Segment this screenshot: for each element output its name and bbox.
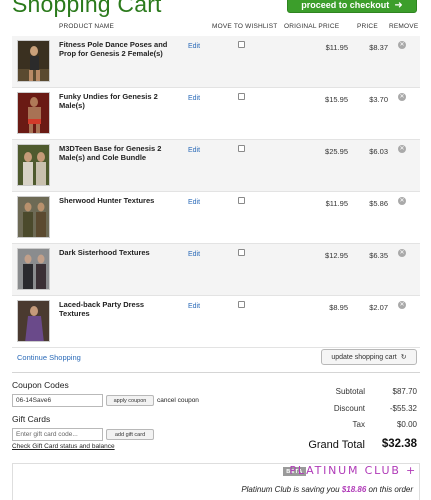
update-label: update shopping cart <box>331 353 397 361</box>
gift-card-status-link[interactable]: Check Gift Card status and balance <box>12 443 115 450</box>
col-original-price: ORIGINAL PRICE <box>284 23 340 30</box>
edit-link[interactable]: Edit <box>188 147 200 154</box>
original-price: $8.95 <box>329 303 348 312</box>
page-title: Shopping Cart <box>12 0 162 17</box>
tax-value: $0.00 <box>396 420 417 429</box>
original-price: $11.95 <box>325 199 348 208</box>
product-name: Fitness Pole Dance Poses and Prop for Ge… <box>59 40 168 59</box>
discount-label: Discount <box>333 404 365 413</box>
grand-total-label: Grand Total <box>308 439 365 451</box>
col-move-to-wishlist: MOVE TO WISHLIST <box>212 23 278 30</box>
remove-icon[interactable]: ✕ <box>398 249 406 257</box>
remove-icon[interactable]: ✕ <box>398 41 406 49</box>
coupon-input[interactable] <box>12 394 103 407</box>
apply-coupon-button[interactable]: apply coupon <box>106 395 154 406</box>
saving-suffix: on this order <box>368 485 413 494</box>
coupon-codes-heading: Coupon Codes <box>12 380 69 390</box>
price: $6.03 <box>369 147 388 156</box>
price: $8.37 <box>369 43 388 52</box>
product-thumbnail[interactable] <box>17 196 50 238</box>
product-thumbnail[interactable] <box>17 40 50 82</box>
edit-link[interactable]: Edit <box>188 251 200 258</box>
edit-link[interactable]: Edit <box>188 303 200 310</box>
table-row: Dark Sisterhood Textures Edit $12.95 $6.… <box>12 244 420 296</box>
platinum-saving-text: Platinum Club is saving you $18.86 on th… <box>241 485 413 494</box>
continue-shopping-link[interactable]: Continue Shopping <box>17 353 81 362</box>
platinum-club-logo[interactable]: PLATINUM CLUB + <box>290 464 418 477</box>
wishlist-checkbox[interactable] <box>238 249 245 256</box>
divider <box>12 372 420 373</box>
remove-icon[interactable]: ✕ <box>398 93 406 101</box>
remove-icon[interactable]: ✕ <box>398 145 406 153</box>
original-price: $15.95 <box>325 95 348 104</box>
table-row: Funky Undies for Genesis 2 Male(s) Edit … <box>12 88 420 140</box>
edit-link[interactable]: Edit <box>188 43 200 50</box>
col-price: PRICE <box>357 23 378 30</box>
discount-value: -$55.32 <box>389 404 417 413</box>
table-header: PRODUCT NAME MOVE TO WISHLIST ORIGINAL P… <box>12 23 420 33</box>
price: $2.07 <box>369 303 388 312</box>
product-name: Laced-back Party Dress Textures <box>59 300 145 319</box>
add-gift-card-button[interactable]: add gift card <box>106 429 154 440</box>
col-product-name: PRODUCT NAME <box>59 23 115 30</box>
remove-icon[interactable]: ✕ <box>398 197 406 205</box>
gift-card-input[interactable] <box>12 428 103 441</box>
wishlist-checkbox[interactable] <box>238 41 245 48</box>
product-thumbnail[interactable] <box>17 300 50 342</box>
product-name: Sherwood Hunter Textures <box>59 196 155 205</box>
table-row: Sherwood Hunter Textures Edit $11.95 $5.… <box>12 192 420 244</box>
wishlist-checkbox[interactable] <box>238 301 245 308</box>
original-price: $11.95 <box>325 43 348 52</box>
wishlist-checkbox[interactable] <box>238 197 245 204</box>
cancel-coupon-link[interactable]: cancel coupon <box>157 397 199 404</box>
wishlist-checkbox[interactable] <box>238 145 245 152</box>
refresh-icon: ↻ <box>400 354 407 361</box>
product-thumbnail[interactable] <box>17 248 50 290</box>
edit-link[interactable]: Edit <box>188 199 200 206</box>
saving-amount: $18.86 <box>341 485 367 494</box>
price: $3.70 <box>369 95 388 104</box>
price: $6.35 <box>369 251 388 260</box>
cart-table: Fitness Pole Dance Poses and Prop for Ge… <box>12 36 420 348</box>
subtotal-label: Subtotal <box>335 387 365 396</box>
table-row: Laced-back Party Dress Textures Edit $8.… <box>12 296 420 348</box>
original-price: $12.95 <box>325 251 348 260</box>
edit-link[interactable]: Edit <box>188 95 200 102</box>
proceed-to-checkout-button[interactable]: proceed to checkout ➜ <box>287 0 417 13</box>
grand-total-value: $32.38 <box>381 438 417 450</box>
remove-icon[interactable]: ✕ <box>398 301 406 309</box>
product-name: Dark Sisterhood Textures <box>59 248 150 257</box>
product-thumbnail[interactable] <box>17 92 50 134</box>
subtotal-value: $87.70 <box>392 387 417 396</box>
table-row: M3DTeen Base for Genesis 2 Male(s) and C… <box>12 140 420 192</box>
wishlist-checkbox[interactable] <box>238 93 245 100</box>
col-remove: REMOVE <box>389 23 419 30</box>
table-row: Fitness Pole Dance Poses and Prop for Ge… <box>12 36 420 88</box>
gift-cards-heading: Gift Cards <box>12 414 51 424</box>
product-name: M3DTeen Base for Genesis 2 Male(s) and C… <box>59 144 162 163</box>
original-price: $25.95 <box>325 147 348 156</box>
tax-label: Tax <box>352 420 365 429</box>
update-shopping-cart-button[interactable]: update shopping cart ↻ <box>321 349 417 365</box>
checkout-label: proceed to checkout <box>301 0 390 10</box>
product-thumbnail[interactable] <box>17 144 50 186</box>
price: $5.86 <box>369 199 388 208</box>
saving-prefix: Platinum Club is saving you <box>241 485 340 494</box>
arrow-right-icon: ➜ <box>394 0 403 11</box>
product-name: Funky Undies for Genesis 2 Male(s) <box>59 92 158 111</box>
